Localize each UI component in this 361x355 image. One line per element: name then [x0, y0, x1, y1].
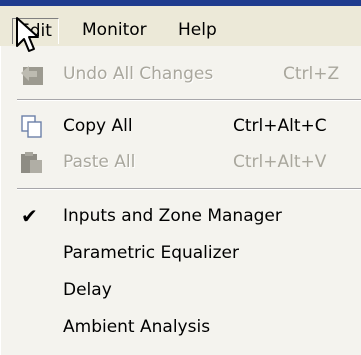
ambient-analysis-label: Ambient Analysis [63, 317, 211, 337]
menu-item-delay[interactable]: Delay [1, 274, 361, 308]
delay-label: Delay [63, 280, 112, 300]
paste-all-shortcut: Ctrl+Alt+V [233, 152, 327, 172]
copy-all-label: Copy All [63, 116, 133, 136]
edit-dropdown-menu: Undo All Changes Ctrl+Z Copy All Ctrl+Al… [0, 46, 361, 355]
menu-item-parametric-equalizer[interactable]: Parametric Equalizer [1, 237, 361, 271]
menu-bar: Edit Monitor Help [0, 0, 361, 46]
paste-all-label: Paste All [63, 152, 136, 172]
menu-item-inputs-and-zone-manager[interactable]: ✔ Inputs and Zone Manager [1, 200, 361, 234]
menu-separator [17, 99, 361, 101]
undo-shortcut: Ctrl+Z [283, 64, 340, 84]
paste-icon [19, 151, 45, 175]
mouse-cursor-icon [16, 17, 39, 52]
menu-help[interactable]: Help [172, 18, 223, 44]
copy-icon [19, 115, 45, 139]
copy-all-shortcut: Ctrl+Alt+C [233, 116, 327, 136]
menu-item-undo-all-changes[interactable]: Undo All Changes Ctrl+Z [1, 58, 361, 92]
menu-separator [17, 188, 361, 190]
checkmark-icon: ✔ [21, 204, 38, 228]
inputs-zone-manager-label: Inputs and Zone Manager [63, 206, 282, 226]
undo-icon [19, 63, 45, 87]
menu-item-paste-all[interactable]: Paste All Ctrl+Alt+V [1, 146, 361, 180]
title-bar-edge [0, 0, 361, 6]
menu-monitor[interactable]: Monitor [76, 18, 153, 44]
menu-item-ambient-analysis[interactable]: Ambient Analysis [1, 311, 361, 345]
parametric-equalizer-label: Parametric Equalizer [63, 243, 240, 263]
menu-item-copy-all[interactable]: Copy All Ctrl+Alt+C [1, 110, 361, 144]
undo-label: Undo All Changes [63, 64, 214, 84]
